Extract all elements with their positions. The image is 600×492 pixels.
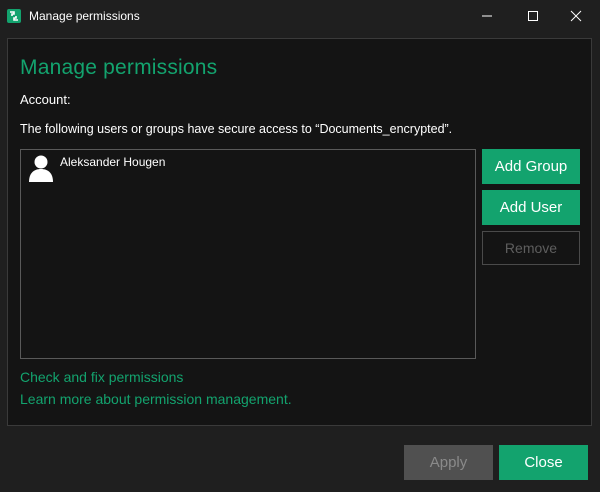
account-label: Account: <box>20 92 71 107</box>
window-title: Manage permissions <box>29 9 140 23</box>
add-user-button[interactable]: Add User <box>482 190 580 225</box>
apply-button[interactable]: Apply <box>404 445 493 480</box>
close-button[interactable]: Close <box>499 445 588 480</box>
close-icon <box>570 10 582 22</box>
maximize-button[interactable] <box>510 0 556 32</box>
list-item[interactable]: Aleksander Hougen <box>22 151 474 187</box>
close-window-button[interactable] <box>553 0 599 32</box>
users-list[interactable]: Aleksander Hougen <box>20 149 476 359</box>
title-bar: Manage permissions <box>0 0 600 32</box>
app-logo-icon <box>7 9 21 23</box>
access-description: The following users or groups have secur… <box>20 122 453 136</box>
learn-more-link[interactable]: Learn more about permission management. <box>20 391 292 407</box>
user-icon <box>29 155 53 182</box>
remove-button[interactable]: Remove <box>482 231 580 265</box>
add-group-button[interactable]: Add Group <box>482 149 580 184</box>
user-name: Aleksander Hougen <box>60 155 166 169</box>
minimize-icon <box>482 15 492 17</box>
page-title: Manage permissions <box>20 56 218 79</box>
maximize-icon <box>528 11 538 21</box>
check-fix-permissions-link[interactable]: Check and fix permissions <box>20 369 183 385</box>
minimize-button[interactable] <box>464 0 510 32</box>
